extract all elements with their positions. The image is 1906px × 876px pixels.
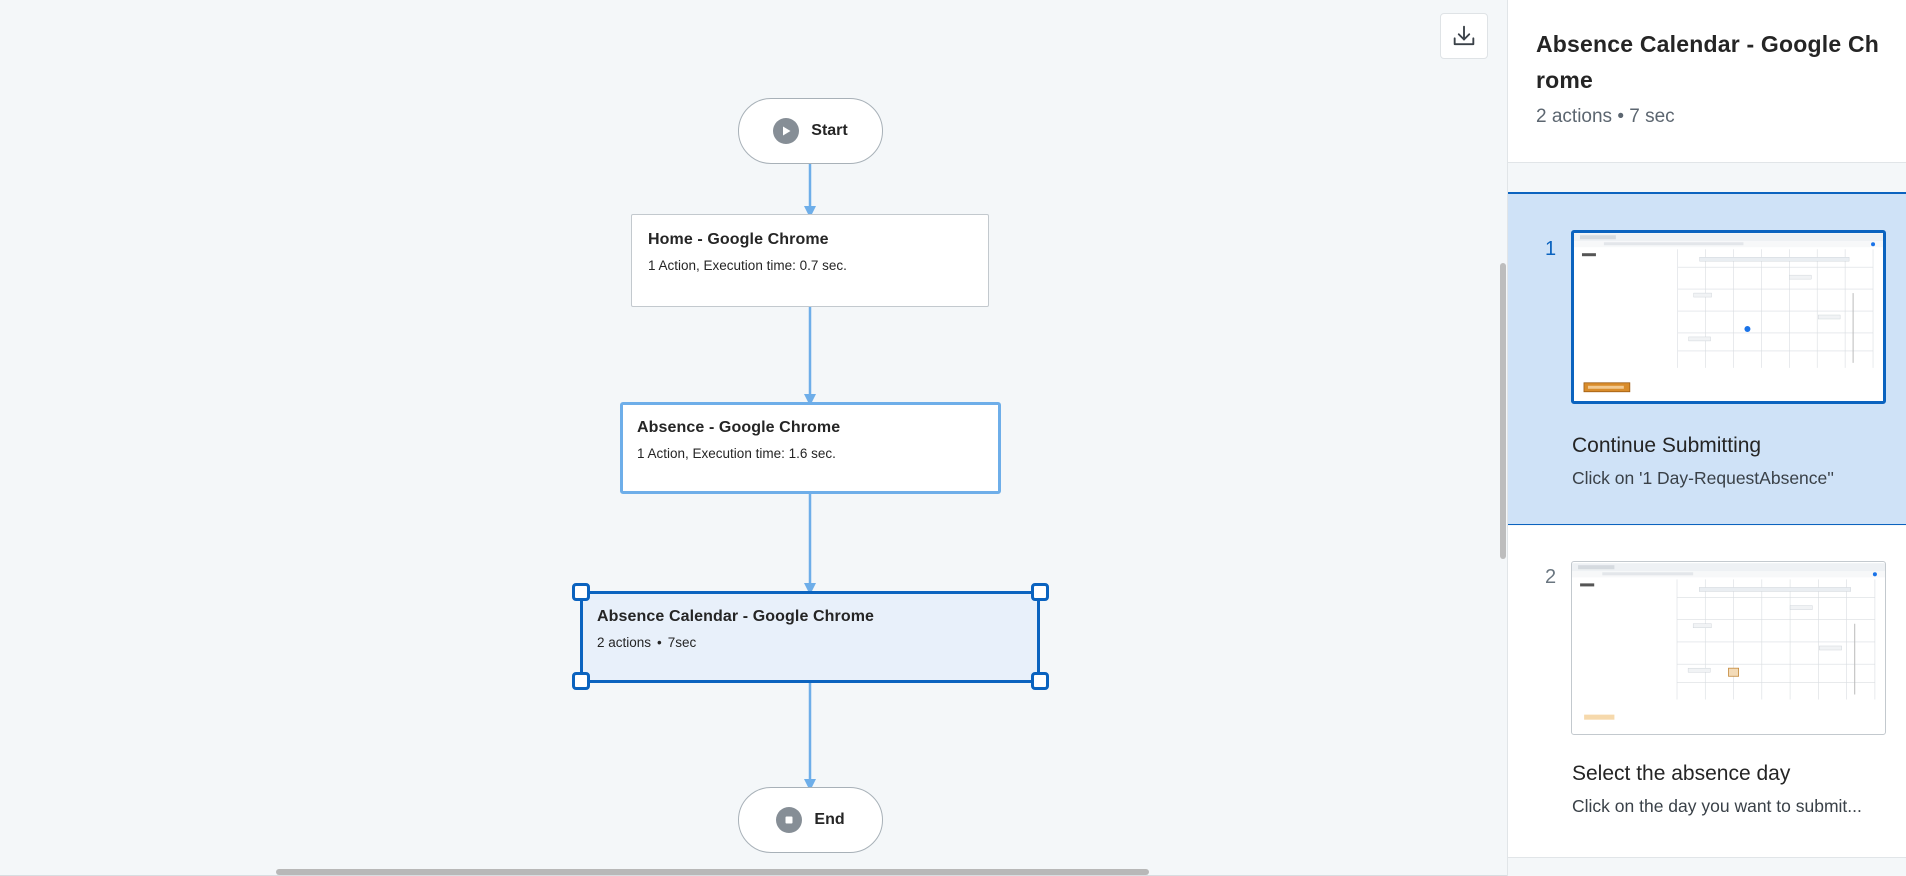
flow-canvas[interactable]: Start Home - Google Chrome 1 Action, Exe…: [0, 0, 1507, 876]
step-subtitle: 1 Action, Execution time: 1.6 sec.: [637, 446, 836, 461]
step-title: Home - Google Chrome: [648, 231, 829, 248]
vertical-scrollbar[interactable]: [1500, 263, 1506, 559]
action-card-1[interactable]: 1 Continue Submitting Click on '1 Day-Re…: [1508, 192, 1906, 525]
end-label: End: [814, 811, 845, 828]
calendar-screenshot-image: [1572, 563, 1885, 720]
action-screenshot-thumbnail[interactable]: [1571, 561, 1886, 735]
start-node[interactable]: Start: [738, 98, 883, 164]
step-title: Absence - Google Chrome: [637, 419, 841, 436]
action-number: 1: [1545, 238, 1557, 260]
step-subtitle: 1 Action, Execution time: 0.7 sec.: [648, 258, 847, 273]
action-number: 2: [1545, 566, 1557, 588]
details-panel: Absence Calendar - Google Chrome 2 actio…: [1507, 0, 1906, 876]
calendar-screenshot-image: [1574, 233, 1883, 393]
step-action-count: 2 actions: [597, 635, 652, 650]
action-screenshot-thumbnail[interactable]: [1571, 230, 1886, 404]
action-title: Select the absence day: [1572, 762, 1791, 785]
end-node[interactable]: End: [738, 787, 883, 853]
play-icon: [773, 118, 800, 144]
resize-handle-top-left[interactable]: [572, 583, 590, 601]
separator-dot: •: [657, 635, 662, 650]
download-icon: [1453, 25, 1475, 46]
resize-handle-top-right[interactable]: [1031, 583, 1049, 601]
step-node-absence-calendar[interactable]: Absence Calendar - Google Chrome 2 actio…: [580, 591, 1040, 683]
panel-title: Absence Calendar - Google Chrome: [1536, 31, 1879, 93]
action-description: Click on the day you want to submit...: [1572, 796, 1862, 816]
action-card-2[interactable]: 2 Select the absence day Click on the da…: [1508, 526, 1906, 858]
resize-handle-bottom-left[interactable]: [572, 672, 590, 690]
action-title: Continue Submitting: [1572, 434, 1762, 457]
resize-handle-bottom-right[interactable]: [1031, 672, 1049, 690]
step-title: Absence Calendar - Google Chrome: [597, 608, 875, 625]
start-label: Start: [811, 122, 848, 139]
download-button[interactable]: [1440, 13, 1488, 59]
stop-icon: [776, 807, 803, 833]
step-subtitle: 2 actions • 7sec: [597, 635, 1023, 650]
panel-summary: 2 actions • 7 sec: [1536, 106, 1675, 127]
step-node-absence[interactable]: Absence - Google Chrome 1 Action, Execut…: [620, 402, 1001, 494]
panel-header: Absence Calendar - Google Chrome 2 actio…: [1508, 0, 1906, 163]
step-node-home[interactable]: Home - Google Chrome 1 Action, Execution…: [631, 214, 989, 307]
step-time: 7sec: [667, 635, 697, 650]
action-description: Click on '1 Day-RequestAbsence'': [1572, 468, 1834, 488]
